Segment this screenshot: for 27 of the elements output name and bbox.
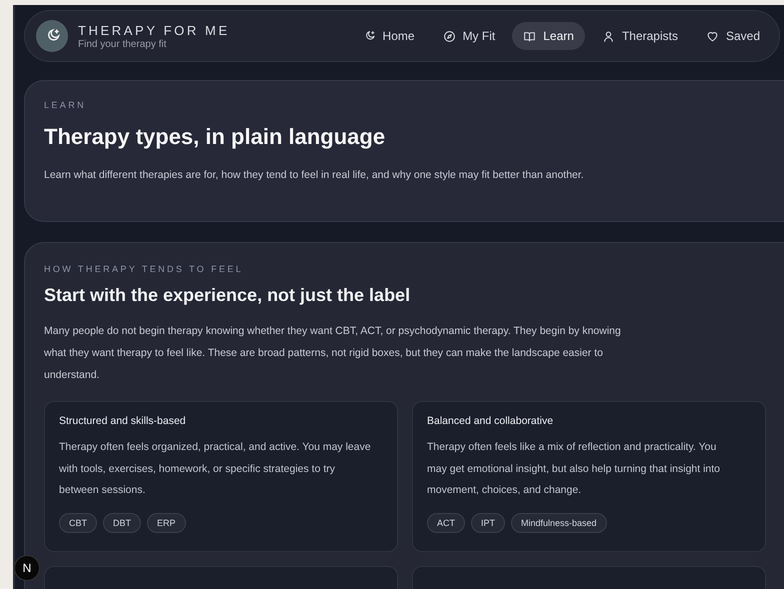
book-icon (523, 30, 536, 42)
therapy-tag[interactable]: DBT (103, 512, 141, 532)
section-title: Start with the experience, not just the label (44, 285, 412, 306)
therapy-tag[interactable]: ACT (427, 512, 465, 532)
nav-tab[interactable]: My Fit (432, 22, 506, 50)
therapy-tag[interactable]: CBT (59, 512, 97, 532)
page-title: Therapy types, in plain language (44, 124, 386, 150)
nav-tab[interactable]: Home (352, 22, 426, 50)
section-text: Many people do not begin therapy knowing whether they want CBT, ACT, or psychodynamic therapy. They begin by knowing what they want therapy to feel like. These are broad patterns, not rigid boxes, but they can make the landscape easier to understand. (44, 324, 622, 383)
therapy-tag[interactable]: IPT (471, 512, 506, 532)
person-icon (602, 30, 615, 42)
heart-icon (706, 30, 719, 42)
brand-title: THERAPY FOR ME (78, 22, 230, 38)
card-title: Balanced and collaborative (427, 415, 554, 427)
nav-tab[interactable]: Therapists (590, 22, 689, 50)
nav-tab[interactable]: Saved (694, 22, 771, 50)
compass-icon (442, 30, 456, 42)
card-title: Structured and skills-based (59, 415, 187, 427)
card-text: Therapy often feels organized, practical, and active. You may leave with tools, exercises, homework, or specific strategies to try between sessions. (59, 440, 371, 498)
brand-subtitle: Find your therapy fit (78, 38, 168, 50)
card-text: Therapy often feels like a mix of reflection and practicality. You may get emotional insight, but also help turning that insight into movement, choices, and change. (427, 440, 722, 498)
section-label: HOW THERAPY TENDS TO FEEL (44, 264, 244, 274)
section-label: LEARN (44, 100, 88, 110)
therapy-tag[interactable]: ERP (147, 512, 186, 532)
therapy-tag[interactable]: Mindfulness-based (511, 512, 607, 532)
nav-tab[interactable]: Learn (512, 22, 585, 50)
intro-text: Learn what different therapies are for, how they tend to feel in real life, and why one style may fit better than another. (44, 168, 585, 183)
